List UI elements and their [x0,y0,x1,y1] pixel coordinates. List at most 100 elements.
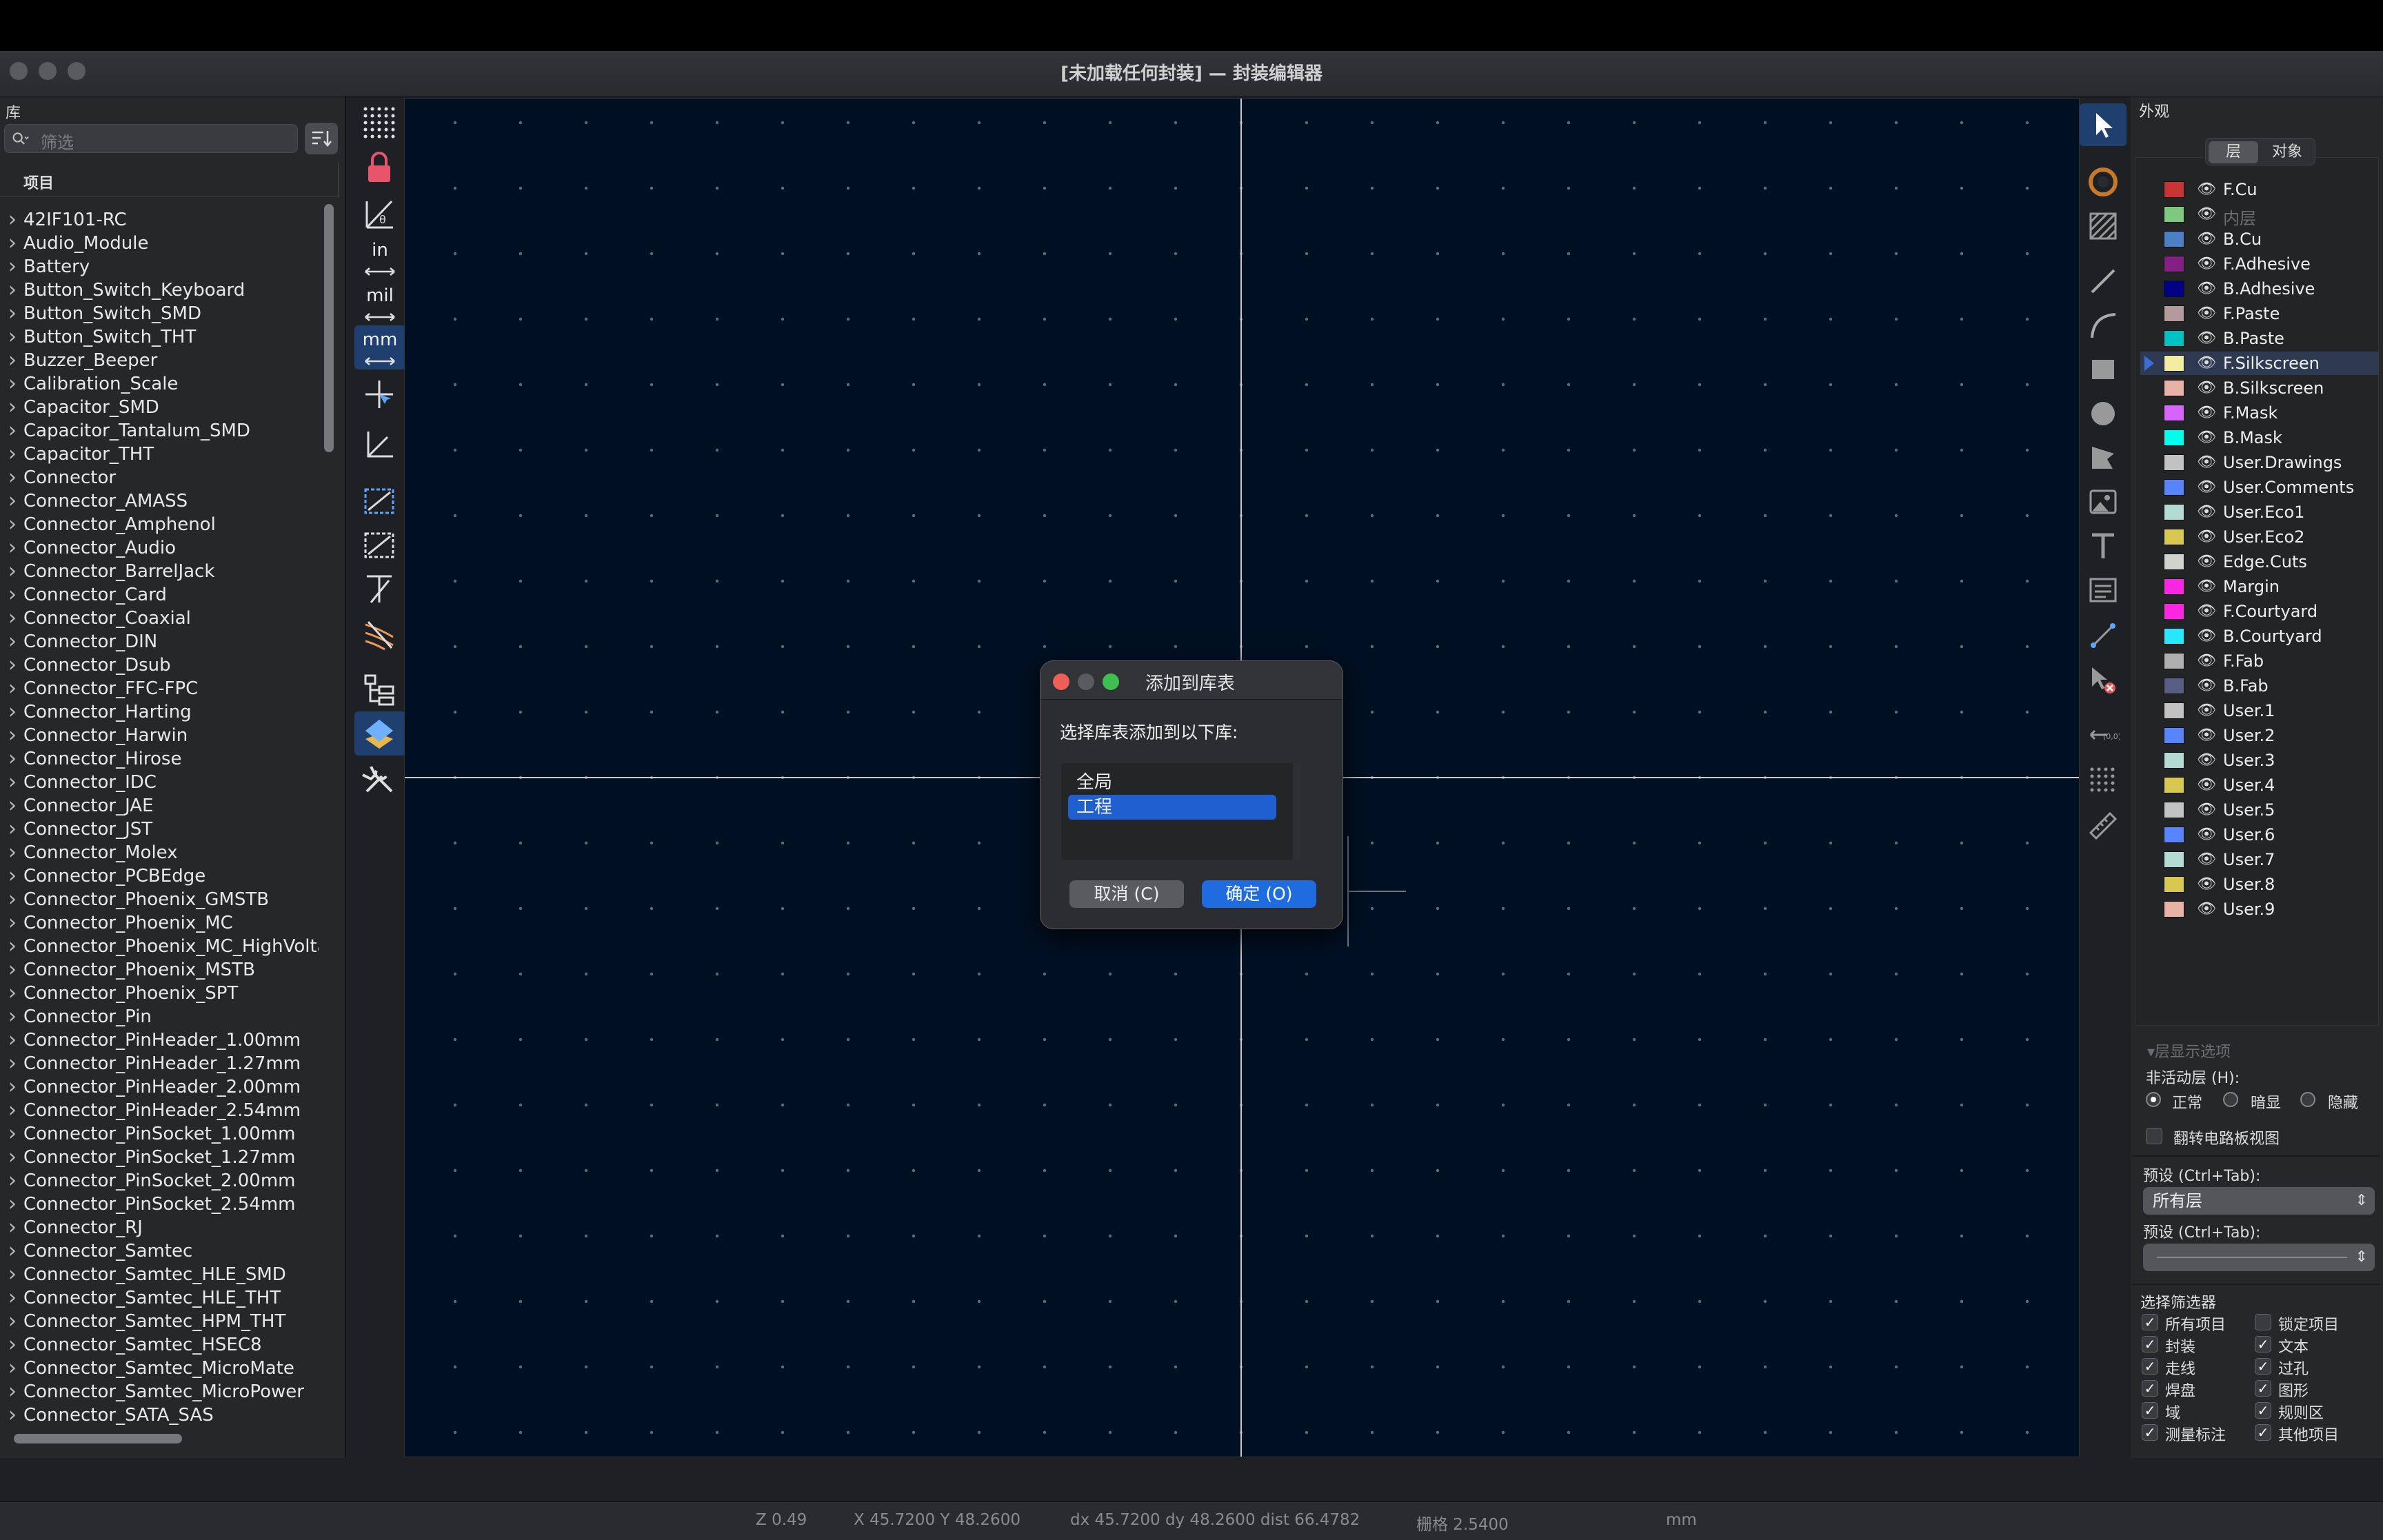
add-zone-button[interactable] [2080,204,2126,247]
layer-color-swatch[interactable] [2164,827,2184,843]
library-item[interactable]: Connector_PinSocket_2.00mm [0,1169,319,1193]
library-sort-button[interactable] [305,123,338,154]
measure-tool-button[interactable] [2080,804,2126,847]
filter-checkbox[interactable]: ✓ [2142,1314,2158,1330]
library-item[interactable]: Connector_JST [0,818,319,841]
dialog-close-button[interactable] [1053,673,1069,690]
library-item[interactable]: Connector [0,466,319,489]
layer-row[interactable]: 👁 User.1 [2140,699,2379,722]
dialog-zoom-button[interactable] [1103,673,1119,690]
layer-row[interactable]: 👁 F.Cu [2140,178,2379,201]
library-item[interactable]: Connector_Phoenix_MC_HighVoltage [0,935,319,958]
eye-icon[interactable]: 👁 [2197,727,2216,744]
filter-checkbox[interactable]: ✓ [2142,1336,2158,1352]
set-grid-origin-button[interactable] [2080,758,2126,801]
eye-icon[interactable]: 👁 [2197,627,2216,645]
layer-row[interactable]: 👁 Margin [2140,575,2379,598]
library-item[interactable]: Connector_Pin [0,1005,319,1029]
layer-color-swatch[interactable] [2164,231,2184,247]
layer-color-swatch[interactable] [2164,901,2184,918]
filter-checkbox[interactable]: ✓ [2142,1402,2158,1419]
ok-button[interactable]: 确定 (O) [1202,880,1316,908]
library-horizontal-scrollbar[interactable] [14,1434,182,1443]
library-item[interactable]: Connector_PCBEdge [0,864,319,888]
show-appearance-panel-button[interactable] [354,711,405,756]
library-item[interactable]: Connector_Coaxial [0,607,319,630]
filter-checkbox[interactable]: ✓ [2142,1380,2158,1397]
eye-icon[interactable]: 👁 [2197,181,2216,198]
draw-rectangle-button[interactable] [2080,347,2126,390]
filter-checkbox[interactable]: ✓ [2142,1358,2158,1375]
local-coordinates-button[interactable] [354,422,405,466]
library-item[interactable]: Connector_PinSocket_1.27mm [0,1146,319,1169]
tab-layers[interactable]: 层 [2209,141,2258,163]
library-item[interactable]: Connector_Phoenix_MSTB [0,958,319,982]
layer-row[interactable]: 👁 User.Comments [2140,476,2379,499]
add-dimension-button[interactable] [2080,614,2126,656]
eye-icon[interactable]: 👁 [2197,429,2216,446]
layer-color-swatch[interactable] [2164,628,2184,645]
library-item[interactable]: Battery [0,255,319,278]
column-divider[interactable] [338,163,339,197]
layer-color-swatch[interactable] [2164,876,2184,893]
library-item[interactable]: Connector_BarrelJack [0,560,319,583]
library-item[interactable]: Connector_Phoenix_SPT [0,982,319,1005]
layer-color-swatch[interactable] [2164,305,2184,322]
inactive-dim-radio[interactable] [2223,1092,2238,1107]
eye-icon[interactable]: 👁 [2197,354,2216,372]
library-item[interactable]: Connector_Samtec_MicroMate [0,1357,319,1380]
layer-color-swatch[interactable] [2164,603,2184,620]
layer-row[interactable]: 👁 B.Silkscreen [2140,376,2379,400]
draw-circle-button[interactable] [2080,392,2126,434]
library-item[interactable]: Connector_Molex [0,841,319,864]
show-text-outline-button[interactable] [354,567,405,611]
layer-row[interactable]: 👁 User.Eco1 [2140,500,2379,524]
eye-icon[interactable]: 👁 [2197,875,2216,893]
option-project[interactable]: 工程 [1068,795,1276,820]
layer-row[interactable]: 👁 User.6 [2140,823,2379,847]
layer-color-swatch[interactable] [2164,355,2184,372]
layer-color-swatch[interactable] [2164,206,2184,223]
eye-icon[interactable]: 👁 [2197,677,2216,694]
eye-icon[interactable]: 👁 [2197,602,2216,620]
library-item[interactable]: Connector_SATA_SAS [0,1404,319,1427]
library-item[interactable]: Connector_Dsub [0,654,319,677]
library-item[interactable]: Button_Switch_THT [0,325,319,349]
show-graphics-outline-button[interactable] [354,523,405,567]
layer-display-options-toggle[interactable]: ▾层显示选项 [2147,1040,2231,1062]
layer-row[interactable]: 👁 F.Silkscreen [2140,352,2379,375]
cancel-button[interactable]: 取消 (C) [1069,880,1184,908]
library-item[interactable]: Connector_IDC [0,771,319,794]
layer-color-swatch[interactable] [2164,678,2184,694]
viewport-preset-select[interactable]: ⇕ [2143,1244,2375,1271]
layer-row[interactable]: 👁 F.Fab [2140,649,2379,673]
draw-arc-button[interactable] [2080,303,2126,346]
eye-icon[interactable]: 👁 [2197,851,2216,868]
layer-color-swatch[interactable] [2164,851,2184,868]
eye-icon[interactable]: 👁 [2197,379,2216,396]
layer-color-swatch[interactable] [2164,454,2184,471]
library-item[interactable]: Connector_DIN [0,630,319,654]
filter-checkbox[interactable]: ✓ [2255,1358,2271,1375]
layer-color-swatch[interactable] [2164,330,2184,347]
eye-icon[interactable]: 👁 [2197,801,2216,818]
layer-row[interactable]: 👁 User.4 [2140,773,2379,797]
show-footprint-tree-button[interactable] [354,667,405,711]
option-global[interactable]: 全局 [1068,770,1276,795]
library-item[interactable]: Connector_FFC-FPC [0,677,319,700]
eye-icon[interactable]: 👁 [2197,255,2216,272]
draw-polygon-button[interactable] [2080,436,2126,478]
eye-icon[interactable]: 👁 [2197,751,2216,769]
highlight-ratsnest-button[interactable] [354,612,405,656]
inactive-normal-radio[interactable] [2146,1092,2161,1107]
delete-tool-button[interactable] [2080,658,2126,700]
unit-mil-button[interactable]: mil [354,283,405,327]
preset-select[interactable]: 所有层 ⇕ [2143,1187,2375,1215]
library-item[interactable]: Connector_Samtec_HLE_SMD [0,1263,319,1286]
layer-row[interactable]: 👁 B.Fab [2140,674,2379,698]
eye-icon[interactable]: 👁 [2197,230,2216,247]
add-pad-button[interactable] [2080,160,2126,203]
set-anchor-button[interactable]: (0,0) [2080,713,2126,756]
library-item[interactable]: Connector_Samtec_MicroPower [0,1380,319,1404]
layer-row[interactable]: 👁 User.9 [2140,898,2379,921]
